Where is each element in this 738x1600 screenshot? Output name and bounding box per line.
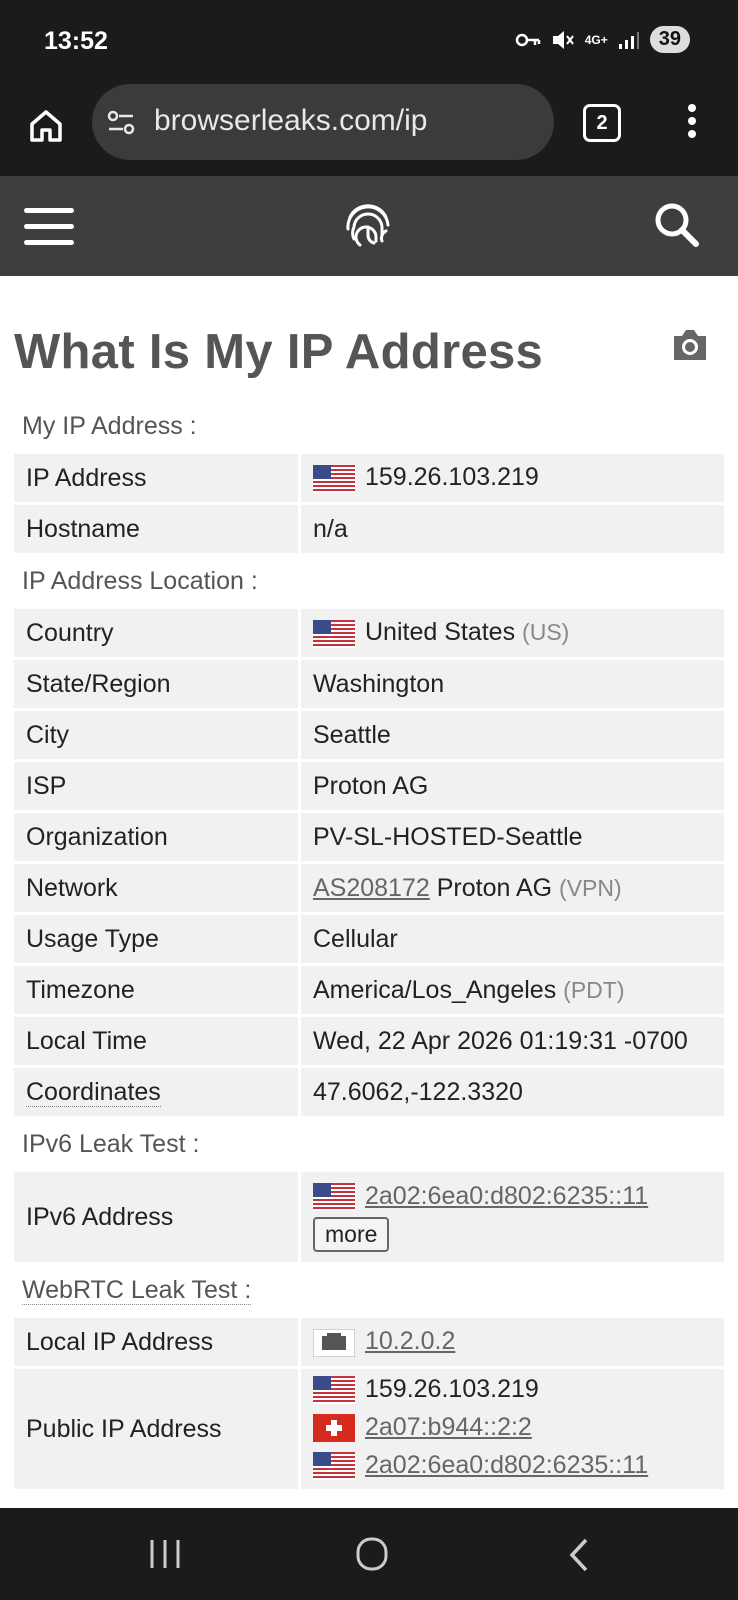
table-row: Network AS208172 Proton AG (VPN): [14, 864, 724, 912]
public-ip-v4: 159.26.103.219: [365, 1375, 539, 1403]
coordinates-label[interactable]: Coordinates: [26, 1077, 161, 1107]
network-tag: (VPN): [559, 874, 622, 901]
asn-link[interactable]: AS208172: [313, 874, 430, 902]
row-label: Usage Type: [14, 915, 301, 963]
section-webrtc: WebRTC Leak Test :: [14, 1265, 724, 1315]
ipv6-address-link[interactable]: 2a02:6ea0:d802:6235::11: [365, 1182, 648, 1210]
country-value: United States: [365, 618, 516, 647]
section-ipv6: IPv6 Leak Test :: [14, 1119, 724, 1169]
address-bar[interactable]: browserleaks.com/ip: [92, 84, 554, 160]
status-time: 13:52: [44, 27, 108, 55]
us-flag-icon: [313, 1452, 355, 1481]
table-row: Public IP Address 159.26.103.219 2a07:b9…: [14, 1369, 724, 1489]
table-row: Organization PV-SL-HOSTED-Seattle: [14, 813, 724, 861]
table-row: Hostname n/a: [14, 505, 724, 553]
row-value: 159.26.103.219 2a07:b944::2:2 2a02:6ea0:…: [301, 1369, 724, 1489]
table-row: Usage Type Cellular: [14, 915, 724, 963]
ip-address-value: 159.26.103.219: [365, 463, 539, 492]
swiss-flag-icon: [313, 1414, 355, 1443]
more-vert-icon[interactable]: [686, 104, 698, 144]
row-label: Hostname: [14, 505, 301, 553]
ethernet-icon: [312, 1328, 356, 1358]
table-row: IP Address 159.26.103.219: [14, 454, 724, 502]
isp-value: Proton AG: [301, 762, 724, 810]
vpn-key-icon: [515, 33, 540, 46]
public-ip-v6-link[interactable]: 2a02:6ea0:d802:6235::11: [365, 1451, 648, 1479]
signal-icon: [618, 31, 639, 49]
us-flag-icon: [313, 1376, 355, 1405]
home-nav-icon[interactable]: [355, 1536, 389, 1572]
ip-info-table: My IP Address : IP Address 159.26.103.21…: [14, 398, 724, 1492]
timezone-value: America/Los_Angeles: [313, 975, 557, 1004]
home-icon[interactable]: [26, 106, 66, 146]
row-value: 159.26.103.219: [301, 454, 724, 502]
row-label: ISP: [14, 762, 301, 810]
row-label: State/Region: [14, 660, 301, 708]
mute-icon: [552, 30, 574, 49]
local-ip-link[interactable]: 10.2.0.2: [365, 1327, 455, 1355]
row-label: Network: [14, 864, 301, 912]
battery-level: 39: [649, 26, 690, 53]
row-label: IP Address: [14, 454, 301, 502]
table-row: Local Time Wed, 22 Apr 2026 01:19:31 -07…: [14, 1017, 724, 1065]
row-label: Local Time: [14, 1017, 301, 1065]
coordinates-value: 47.6062,-122.3320: [301, 1068, 724, 1116]
webrtc-section-label[interactable]: WebRTC Leak Test :: [22, 1275, 252, 1305]
table-row: Country United States (US): [14, 609, 724, 657]
us-flag-icon: [313, 464, 355, 493]
row-label: Local IP Address: [14, 1318, 301, 1366]
status-icons: 4G+ 39: [515, 26, 690, 53]
recent-apps-icon[interactable]: [148, 1538, 182, 1570]
system-nav-bar: [0, 1508, 738, 1600]
row-value: 10.2.0.2: [301, 1318, 724, 1366]
more-button[interactable]: more: [313, 1217, 390, 1253]
network-type: 4G+: [584, 32, 608, 47]
table-row: Local IP Address 10.2.0.2: [14, 1318, 724, 1366]
table-row: IPv6 Address 2a02:6ea0:d802:6235::11 mor…: [14, 1172, 724, 1262]
back-icon[interactable]: [566, 1538, 592, 1572]
section-location: IP Address Location :: [14, 556, 724, 606]
row-label: Timezone: [14, 966, 301, 1014]
status-bar: 13:52 4G+ 39: [0, 0, 738, 88]
row-label: Coordinates: [14, 1068, 301, 1116]
browser-toolbar: browserleaks.com/ip 2: [0, 84, 738, 176]
page-title: What Is My IP Address: [14, 325, 544, 379]
usage-value: Cellular: [301, 915, 724, 963]
table-row: Coordinates 47.6062,-122.3320: [14, 1068, 724, 1116]
timezone-abbr: (PDT): [563, 976, 625, 1003]
section-my-ip: My IP Address :: [14, 401, 724, 451]
tabs-icon[interactable]: 2: [583, 104, 621, 142]
table-row: Timezone America/Los_Angeles (PDT): [14, 966, 724, 1014]
page-content: What Is My IP Address My IP Address : IP…: [0, 276, 738, 1508]
network-value: Proton AG: [436, 873, 553, 902]
row-label: Organization: [14, 813, 301, 861]
country-code: (US): [522, 619, 570, 646]
public-ip-v6-link[interactable]: 2a07:b944::2:2: [365, 1413, 532, 1441]
row-label: Country: [14, 609, 301, 657]
row-value: AS208172 Proton AG (VPN): [301, 864, 724, 912]
hostname-value: n/a: [301, 505, 724, 553]
hamburger-icon[interactable]: [24, 208, 74, 246]
city-value: Seattle: [301, 711, 724, 759]
table-row: ISP Proton AG: [14, 762, 724, 810]
row-value: 2a02:6ea0:d802:6235::11 more: [301, 1172, 724, 1262]
url-text: browserleaks.com/ip: [154, 104, 428, 137]
row-label: City: [14, 711, 301, 759]
fingerprint-icon[interactable]: [340, 197, 396, 253]
localtime-value: Wed, 22 Apr 2026 01:19:31 -0700: [301, 1017, 724, 1065]
row-label: IPv6 Address: [14, 1172, 301, 1262]
us-flag-icon: [313, 619, 355, 648]
row-value: America/Los_Angeles (PDT): [301, 966, 724, 1014]
state-value: Washington: [301, 660, 724, 708]
camera-icon[interactable]: [670, 328, 710, 362]
search-icon[interactable]: [652, 200, 702, 250]
table-row: State/Region Washington: [14, 660, 724, 708]
site-header: [0, 176, 738, 276]
row-label: Public IP Address: [14, 1369, 301, 1489]
row-value: United States (US): [301, 609, 724, 657]
organization-value: PV-SL-HOSTED-Seattle: [301, 813, 724, 861]
table-row: City Seattle: [14, 711, 724, 759]
us-flag-icon: [313, 1183, 355, 1212]
site-settings-icon[interactable]: [106, 108, 136, 138]
